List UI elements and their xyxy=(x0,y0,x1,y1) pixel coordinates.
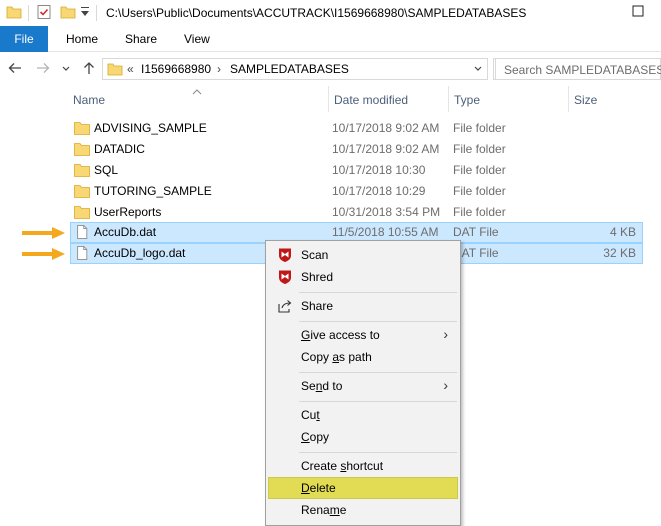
mcafee-shield-icon xyxy=(279,248,291,262)
list-item[interactable]: UserReports 10/31/2018 3:54 PM File fold… xyxy=(70,202,643,223)
menu-item-label: Create shortcut xyxy=(301,459,384,473)
tab-share[interactable]: Share xyxy=(125,26,157,52)
column-header-type[interactable]: Type xyxy=(454,93,480,107)
folder-icon xyxy=(74,206,90,219)
ribbon-tabs: File Home Share View xyxy=(0,26,661,52)
breadcrumb-separator[interactable]: › xyxy=(217,62,221,76)
file-name: UserReports xyxy=(94,205,162,219)
column-header-size[interactable]: Size xyxy=(574,93,597,107)
back-button[interactable] xyxy=(6,60,24,78)
menu-item-share[interactable]: Share xyxy=(268,295,458,317)
customize-toolbar-icon[interactable] xyxy=(80,6,90,21)
file-name: AccuDb.dat xyxy=(94,225,157,239)
menu-item-copy-as-path[interactable]: Copy as path xyxy=(268,346,458,368)
file-name: TUTORING_SAMPLE xyxy=(94,184,212,198)
mcafee-shield-icon xyxy=(279,270,291,284)
file-type: DAT File xyxy=(453,225,499,239)
menu-item-delete[interactable]: Delete xyxy=(268,477,458,499)
folder-icon xyxy=(74,143,90,156)
menu-item-label: Give access to xyxy=(301,328,380,342)
title-bar: C:\Users\Public\Documents\ACCUTRACK\I156… xyxy=(0,0,661,26)
column-header-date[interactable]: Date modified xyxy=(334,93,408,107)
breadcrumb-item[interactable]: I1569668980 xyxy=(141,62,211,76)
address-bar[interactable]: « I1569668980 › SAMPLEDATABASES xyxy=(102,58,488,80)
menu-item-label: Scan xyxy=(301,248,329,262)
search-input[interactable]: Search SAMPLEDATABASES xyxy=(495,58,661,80)
file-name: ADVISING_SAMPLE xyxy=(94,121,207,135)
menu-item-create-shortcut[interactable]: Create shortcut xyxy=(268,455,458,477)
recent-locations-button[interactable] xyxy=(60,60,72,78)
menu-item-label: Send to xyxy=(301,379,343,393)
folder-icon[interactable] xyxy=(6,4,22,23)
file-size: 32 KB xyxy=(603,246,636,260)
menu-item-cut[interactable]: Cut xyxy=(268,404,458,426)
document-icon xyxy=(77,246,88,260)
file-type: File folder xyxy=(453,163,506,177)
folder-icon xyxy=(74,122,90,135)
list-item[interactable]: ADVISING_SAMPLE 10/17/2018 9:02 AM File … xyxy=(70,118,643,139)
list-item[interactable]: DATADIC 10/17/2018 9:02 AM File folder xyxy=(70,139,643,160)
sort-ascending-icon xyxy=(192,84,202,98)
arrow-annotation-icon xyxy=(22,227,65,239)
forward-button[interactable] xyxy=(34,60,52,78)
column-header-name[interactable]: Name xyxy=(73,93,105,107)
menu-item-label: Share xyxy=(301,299,334,313)
tab-home[interactable]: Home xyxy=(66,26,98,52)
file-name: DATADIC xyxy=(94,142,145,156)
menu-item-give-access[interactable]: Give access to › xyxy=(268,324,458,346)
menu-item-label: Delete xyxy=(301,481,336,495)
submenu-chevron-icon: › xyxy=(443,377,448,393)
properties-icon[interactable] xyxy=(36,4,52,23)
folder-icon xyxy=(74,185,90,198)
file-date: 10/17/2018 9:02 AM xyxy=(332,121,440,135)
arrow-annotation-icon xyxy=(22,248,65,260)
file-date: 10/17/2018 10:30 xyxy=(332,163,426,177)
menu-item-rename[interactable]: Rename xyxy=(268,499,458,521)
submenu-chevron-icon: › xyxy=(443,326,448,342)
list-item[interactable]: SQL 10/17/2018 10:30 File folder xyxy=(70,160,643,181)
file-type: File folder xyxy=(453,184,506,198)
folder-icon xyxy=(74,164,90,177)
window-title: C:\Users\Public\Documents\ACCUTRACK\I156… xyxy=(106,6,527,20)
new-folder-icon[interactable] xyxy=(60,4,76,23)
menu-item-label: Cut xyxy=(301,408,320,422)
tab-view[interactable]: View xyxy=(184,26,210,52)
menu-item-label: Copy xyxy=(301,430,330,444)
tab-file[interactable]: File xyxy=(0,26,48,52)
file-type: File folder xyxy=(453,205,506,219)
menu-item-scan[interactable]: Scan xyxy=(268,244,458,266)
document-icon xyxy=(77,225,88,239)
list-item[interactable]: TUTORING_SAMPLE 10/17/2018 10:29 File fo… xyxy=(70,181,643,202)
file-date: 10/31/2018 3:54 PM xyxy=(332,205,441,219)
address-dropdown-icon[interactable] xyxy=(473,63,483,78)
share-icon xyxy=(278,300,292,313)
file-type: File folder xyxy=(453,142,506,156)
file-name: AccuDb_logo.dat xyxy=(94,246,186,260)
context-menu: Scan Shred Share Give access to › Copy a… xyxy=(265,240,461,526)
up-button[interactable] xyxy=(80,60,98,78)
search-placeholder: Search SAMPLEDATABASES xyxy=(504,63,661,77)
breadcrumb-item[interactable]: SAMPLEDATABASES xyxy=(230,62,349,76)
maximize-button[interactable] xyxy=(615,0,661,26)
file-type: File folder xyxy=(453,121,506,135)
file-date: 11/5/2018 10:55 AM xyxy=(332,225,439,239)
file-size: 4 KB xyxy=(609,225,636,239)
address-overflow[interactable]: « xyxy=(127,62,134,76)
file-date: 10/17/2018 9:02 AM xyxy=(332,142,440,156)
folder-icon xyxy=(107,61,123,80)
file-date: 10/17/2018 10:29 xyxy=(332,184,426,198)
menu-item-send-to[interactable]: Send to › xyxy=(268,375,458,397)
menu-item-label: Rename xyxy=(301,503,347,517)
menu-item-shred[interactable]: Shred xyxy=(268,266,458,288)
menu-item-label: Copy as path xyxy=(301,350,372,364)
menu-item-copy[interactable]: Copy xyxy=(268,426,458,448)
menu-item-label: Shred xyxy=(301,270,334,284)
file-name: SQL xyxy=(94,163,119,177)
